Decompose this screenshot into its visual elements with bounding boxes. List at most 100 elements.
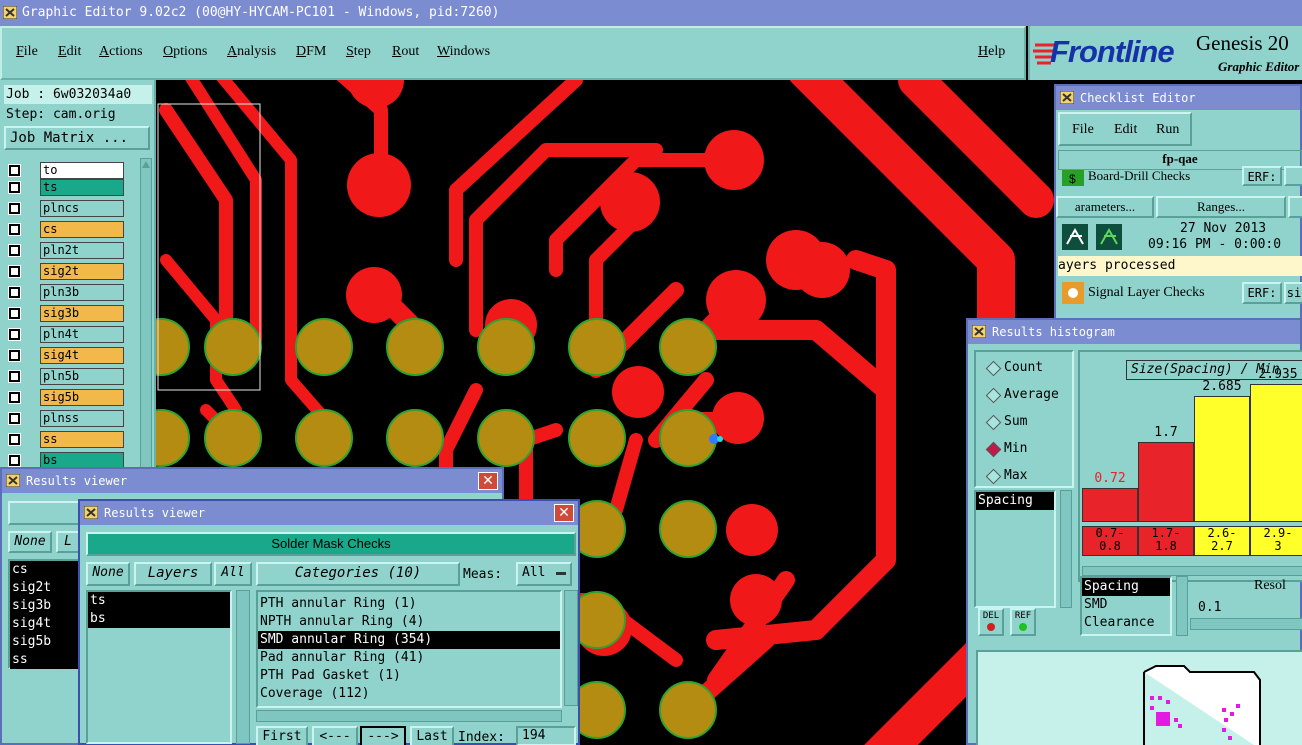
menu-rout[interactable]: Rout: [392, 44, 419, 60]
layer-result-list[interactable]: cs sig2t sig3b sig4t sig5b ss: [8, 559, 82, 669]
none-button[interactable]: None: [8, 531, 52, 553]
layer-list-scrollbar[interactable]: [236, 590, 250, 744]
next-button[interactable]: --->: [360, 726, 406, 745]
list-item[interactable]: sig4t: [10, 615, 80, 633]
histogram-list-scrollbar[interactable]: [1060, 490, 1072, 608]
last-button[interactable]: Last: [410, 726, 454, 745]
layer-name[interactable]: sig4t: [40, 347, 124, 364]
layer-checkbox[interactable]: [8, 265, 21, 278]
layers-button[interactable]: L: [56, 531, 80, 553]
bottom-type-list[interactable]: Spacing SMD Clearance: [1080, 576, 1172, 636]
first-button[interactable]: First: [256, 726, 308, 745]
layer-checkbox[interactable]: [8, 181, 21, 194]
layer-checkbox[interactable]: [8, 286, 21, 299]
list-item[interactable]: sig2t: [10, 579, 80, 597]
layer-list[interactable]: ts bs: [86, 590, 232, 744]
ref-button[interactable]: REF: [1010, 608, 1036, 636]
layer-row[interactable]: pln5b: [6, 368, 124, 385]
header-button[interactable]: [8, 501, 80, 525]
category-scrollbar-h[interactable]: [256, 710, 562, 722]
layer-checkbox[interactable]: [8, 349, 21, 362]
list-item[interactable]: SMD: [1082, 596, 1170, 614]
category-item[interactable]: PTH Pad Gasket (1): [258, 667, 560, 685]
del-button[interactable]: DEL: [978, 608, 1004, 636]
layer-checkbox[interactable]: [8, 223, 21, 236]
layer-name[interactable]: plnss: [40, 410, 124, 427]
list-item[interactable]: Clearance: [1082, 614, 1170, 632]
category-item[interactable]: Coverage (112): [258, 685, 560, 703]
layers-button[interactable]: Layers: [134, 562, 212, 586]
chart-scrollbar[interactable]: [1082, 566, 1302, 576]
histogram-bar[interactable]: [1250, 384, 1302, 522]
layer-name[interactable]: cs: [40, 221, 124, 238]
category-item[interactable]: PTH annular Ring (1): [258, 595, 560, 613]
category-item[interactable]: NPTH annular Ring (4): [258, 613, 560, 631]
erf2-field[interactable]: si: [1284, 282, 1302, 304]
none-button[interactable]: None: [86, 562, 130, 586]
list-item[interactable]: ss: [10, 651, 80, 669]
layer-row[interactable]: ts: [6, 179, 124, 196]
scroll-up-icon[interactable]: [141, 160, 151, 170]
list-item[interactable]: cs: [10, 561, 80, 579]
histogram-bar[interactable]: [1194, 396, 1250, 522]
meas-dropdown[interactable]: All: [516, 562, 572, 586]
checklist-menu-edit[interactable]: Edit: [1114, 122, 1137, 138]
menu-file[interactable]: File: [16, 44, 38, 60]
menu-actions[interactable]: Actions: [99, 44, 143, 60]
histogram-list[interactable]: Spacing: [974, 490, 1056, 608]
all-button[interactable]: All: [214, 562, 252, 586]
category-item[interactable]: Pad annular Ring (41): [258, 649, 560, 667]
list-item[interactable]: bs: [88, 610, 230, 628]
layer-row[interactable]: sig4t: [6, 347, 124, 364]
list-item[interactable]: sig5b: [10, 633, 80, 651]
layer-name[interactable]: to: [40, 162, 124, 179]
menu-step[interactable]: Step: [346, 44, 371, 60]
erf-field[interactable]: [1284, 166, 1302, 186]
ranges-button[interactable]: Ranges...: [1156, 196, 1286, 218]
layer-row[interactable]: sig2t: [6, 263, 124, 280]
layer-checkbox[interactable]: [8, 391, 21, 404]
mode-radio[interactable]: Average: [984, 385, 1074, 405]
layer-row[interactable]: pln3b: [6, 284, 124, 301]
layer-row[interactable]: sig5b: [6, 389, 124, 406]
menu-options[interactable]: Options: [163, 44, 207, 60]
layer-row[interactable]: pln4t: [6, 326, 124, 343]
layer-name[interactable]: pln3b: [40, 284, 124, 301]
window-menu-icon[interactable]: [84, 506, 98, 519]
prev-button[interactable]: <---: [312, 726, 358, 745]
layer-checkbox[interactable]: [8, 328, 21, 341]
layer-name[interactable]: pln5b: [40, 368, 124, 385]
layer-name[interactable]: sig5b: [40, 389, 124, 406]
layer-row[interactable]: ss: [6, 431, 124, 448]
checklist-menu-run[interactable]: Run: [1156, 122, 1179, 138]
window-menu-icon[interactable]: [3, 6, 17, 19]
menu-analysis[interactable]: Analysis: [227, 44, 276, 60]
layer-checkbox[interactable]: [8, 433, 21, 446]
layer-row[interactable]: plnss: [6, 410, 124, 427]
layer-name[interactable]: plncs: [40, 200, 124, 217]
list-item[interactable]: Spacing: [1082, 578, 1170, 596]
histogram-bar[interactable]: [1138, 442, 1194, 522]
menu-edit[interactable]: Edit: [58, 44, 81, 60]
checklist-menu-file[interactable]: File: [1072, 122, 1094, 138]
window-menu-icon[interactable]: [1060, 91, 1074, 104]
job-matrix-button[interactable]: Job Matrix ...: [4, 126, 150, 150]
layer-row[interactable]: plncs: [6, 200, 124, 217]
mode-radio[interactable]: Count: [984, 358, 1074, 378]
layer-checkbox[interactable]: [8, 307, 21, 320]
menu-help[interactable]: Help: [978, 44, 1005, 60]
menu-windows[interactable]: Windows: [437, 44, 490, 60]
run-all-icon[interactable]: [1096, 224, 1122, 250]
index-field[interactable]: 194: [516, 726, 576, 745]
close-icon[interactable]: ✕: [554, 504, 574, 522]
resolution-slider[interactable]: [1190, 618, 1302, 630]
category-list[interactable]: PTH annular Ring (1) NPTH annular Ring (4…: [256, 590, 562, 708]
list-item[interactable]: ts: [88, 592, 230, 610]
type-list-scrollbar[interactable]: [1176, 576, 1188, 636]
layer-checkbox[interactable]: [8, 412, 21, 425]
layer-row[interactable]: pln2t: [6, 242, 124, 259]
list-item[interactable]: Spacing: [976, 492, 1054, 510]
layer-row[interactable]: cs: [6, 221, 124, 238]
layer-name[interactable]: ss: [40, 431, 124, 448]
mode-radio[interactable]: Sum: [984, 412, 1074, 432]
